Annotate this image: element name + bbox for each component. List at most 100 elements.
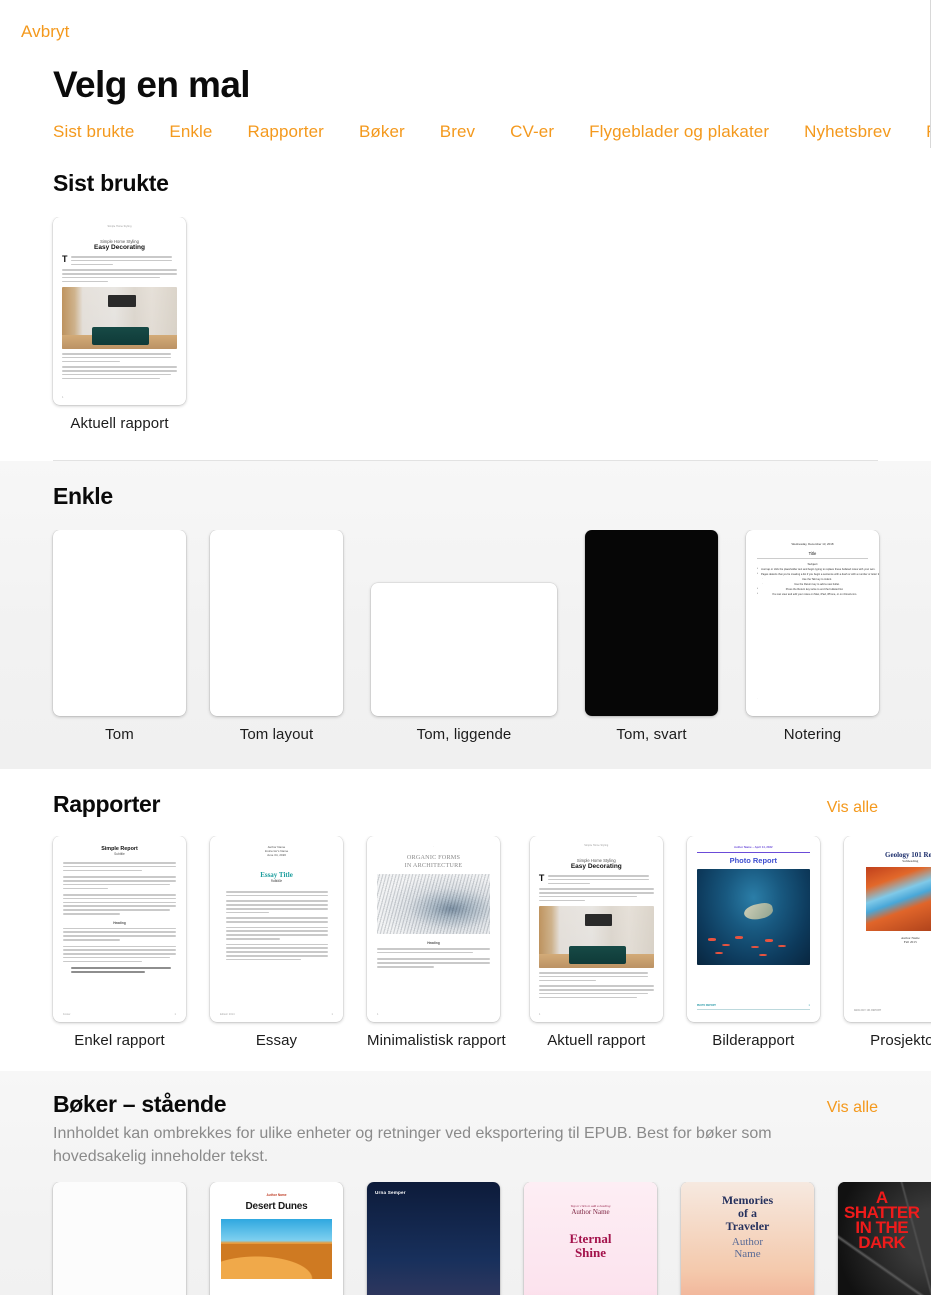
template-tile-prosjektoppgave[interactable]: Geology 101 Rep Subheading Author Name F… bbox=[843, 836, 931, 1049]
tab-flygeblader[interactable]: Flygeblader og plakater bbox=[589, 122, 769, 142]
template-tile-tom-liggende[interactable]: Tom, liggende bbox=[371, 583, 557, 743]
template-tile-notering[interactable]: Wednesday, December 13, 2018 Title Subje… bbox=[746, 530, 879, 743]
thumb-subtitle: Subtitle bbox=[114, 852, 125, 856]
thumb-title: Essay Title bbox=[260, 871, 293, 879]
section-title: Enkle bbox=[53, 483, 113, 509]
section-header-sist-brukte: Sist brukte bbox=[0, 170, 931, 197]
thumb-title-line4: DARK bbox=[858, 1233, 906, 1252]
thumbnail-bilderapport[interactable]: Author Name – April 14, 2022 Photo Repor… bbox=[686, 836, 820, 1022]
see-all-rapporter-button[interactable]: Vis alle bbox=[827, 799, 878, 817]
tab-nyhetsbrev[interactable]: Nyhetsbrev bbox=[804, 122, 891, 142]
thumbnail-shatter-in-the-dark[interactable]: A SHATTER IN THE DARK bbox=[838, 1182, 931, 1295]
template-tile-tom[interactable]: Tom bbox=[53, 530, 186, 743]
thumbnail-tom[interactable] bbox=[53, 530, 186, 716]
thumb-footer: GEOLOGY 101 REPORT bbox=[853, 1009, 882, 1012]
tile-label: Essay bbox=[255, 1032, 298, 1049]
section-header-boker: Bøker – stående Vis alle bbox=[0, 1091, 931, 1118]
thumbnail-minimalistisk-rapport[interactable]: · ORGANIC FORMS IN ARCHITECTURE Heading … bbox=[367, 836, 500, 1022]
thumb-title: Desert Dunes bbox=[245, 1201, 308, 1212]
category-tabbar[interactable]: Sist brukte Enkle Rapporter Bøker Brev C… bbox=[53, 122, 931, 148]
tile-label: Bilderapport bbox=[712, 1032, 795, 1049]
thumbnail-aktuell-rapport-2[interactable]: Simple Home Styling Simple Home Styling … bbox=[529, 836, 663, 1022]
tile-label: Prosjektopp bbox=[870, 1032, 931, 1049]
tile-label: Aktuell rapport bbox=[70, 415, 169, 432]
tab-rapporter[interactable]: Rapporter bbox=[247, 122, 324, 142]
template-tile-aktuell-rapport-2[interactable]: Simple Home Styling Simple Home Styling … bbox=[529, 836, 663, 1049]
template-tile-bilderapport[interactable]: Author Name – April 14, 2022 Photo Repor… bbox=[686, 836, 820, 1049]
template-row-boker[interactable]: Author Name Desert Dunes Urna Semper Tap… bbox=[0, 1182, 931, 1295]
thumbnail-tom-svart[interactable] bbox=[585, 530, 718, 716]
thumbnail-tom-layout[interactable] bbox=[210, 530, 343, 716]
bullet-item: Press the Return key twice to end the bu… bbox=[757, 587, 868, 591]
template-tile-desert-dunes[interactable]: Author Name Desert Dunes bbox=[210, 1182, 343, 1295]
thumb-footer: Footer bbox=[63, 1013, 71, 1016]
bullet-item: Use the Tab key to indent. bbox=[757, 577, 868, 581]
thumbnail-memories-traveler[interactable]: Memories of a Traveler Author Name bbox=[681, 1182, 814, 1295]
section-header-rapporter: Rapporter Vis alle bbox=[0, 791, 931, 818]
thumbnail-eternal-shine[interactable]: Tap or click to add a heading Author Nam… bbox=[524, 1182, 657, 1295]
template-tile-memories-traveler[interactable]: Memories of a Traveler Author Name bbox=[681, 1182, 814, 1295]
template-row-rapporter[interactable]: Simple Report Subtitle Heading Footer 1 … bbox=[0, 836, 931, 1049]
bullet-item: Pages detects that you're creating a lis… bbox=[757, 572, 879, 576]
template-tile-minimalistisk-rapport[interactable]: · ORGANIC FORMS IN ARCHITECTURE Heading … bbox=[367, 836, 506, 1049]
page-title: Velg en mal bbox=[53, 64, 251, 105]
tile-label: Enkel rapport bbox=[74, 1032, 165, 1049]
tab-brev[interactable]: Brev bbox=[440, 122, 475, 142]
tab-boker[interactable]: Bøker bbox=[359, 122, 405, 142]
thumb-title: Geology 101 Rep bbox=[885, 851, 931, 859]
thumbnail-desert-dunes[interactable]: Author Name Desert Dunes bbox=[210, 1182, 343, 1295]
thumb-image-ocean-turtle bbox=[696, 869, 810, 966]
thumb-image-architecture bbox=[377, 874, 490, 934]
see-all-boker-button[interactable]: Vis alle bbox=[827, 1099, 878, 1117]
thumb-dropcap: T bbox=[538, 873, 545, 883]
tile-label: Tom, svart bbox=[616, 726, 687, 743]
thumbnail-enkel-rapport[interactable]: Simple Report Subtitle Heading Footer 1 bbox=[53, 836, 186, 1022]
tab-cv-er[interactable]: CV-er bbox=[510, 122, 554, 142]
thumb-page-number: 1 bbox=[62, 396, 64, 399]
template-tile-tom-layout[interactable]: Tom layout bbox=[210, 530, 343, 743]
thumb-heading: Heading bbox=[113, 920, 126, 925]
section-sist-brukte: Sist brukte Simple Home Styling Simple H… bbox=[0, 148, 931, 461]
section-description: Innholdet kan ombrekkes for ulike enhete… bbox=[53, 1125, 772, 1165]
template-tile-eternal-shine[interactable]: Tap or click to add a heading Author Nam… bbox=[524, 1182, 657, 1295]
thumb-dropcap: T bbox=[62, 254, 68, 264]
thumb-image-night-city bbox=[367, 1182, 500, 1295]
thumbnail-tom-liggende[interactable] bbox=[371, 583, 557, 716]
thumb-author: Author Name bbox=[571, 1208, 610, 1216]
template-tile-urna-semper[interactable]: Urna Semper bbox=[367, 1182, 500, 1295]
thumb-title: Urna Semper bbox=[375, 1190, 406, 1195]
tab-sist-brukte[interactable]: Sist brukte bbox=[53, 122, 134, 142]
thumb-author-line2: Name bbox=[734, 1248, 761, 1260]
thumbnail-urna-semper[interactable]: Urna Semper bbox=[367, 1182, 500, 1295]
thumb-title-line1: ORGANIC FORMS bbox=[406, 854, 461, 861]
thumb-page-number: 1 bbox=[331, 1013, 333, 1016]
template-tile-enkel-rapport[interactable]: Simple Report Subtitle Heading Footer 1 … bbox=[53, 836, 186, 1049]
thumbnail-essay[interactable]: Author Name Instructor's Name June 04, 2… bbox=[210, 836, 343, 1022]
thumb-image-living-room bbox=[62, 287, 177, 350]
template-tile-blank-book[interactable] bbox=[53, 1182, 186, 1295]
thumb-title: Title bbox=[808, 551, 817, 556]
template-row-sist-brukte[interactable]: Simple Home Styling Simple Home Styling … bbox=[0, 217, 931, 432]
template-tile-shatter-in-the-dark[interactable]: A SHATTER IN THE DARK bbox=[838, 1182, 931, 1295]
template-tile-tom-svart[interactable]: Tom, svart bbox=[585, 530, 718, 743]
thumb-title-line2: Shine bbox=[574, 1245, 607, 1260]
tab-enkle[interactable]: Enkle bbox=[169, 122, 212, 142]
thumbnail-blank-book[interactable] bbox=[53, 1182, 186, 1295]
thumb-image-canyon bbox=[866, 867, 931, 931]
thumb-image-living-room bbox=[538, 906, 654, 969]
bullet-item: Just tap or click the placeholder text a… bbox=[757, 567, 875, 571]
template-tile-aktuell-rapport[interactable]: Simple Home Styling Simple Home Styling … bbox=[53, 217, 186, 432]
section-title: Sist brukte bbox=[53, 170, 169, 196]
cancel-button[interactable]: Avbryt bbox=[21, 22, 69, 42]
thumbnail-prosjektoppgave[interactable]: Geology 101 Rep Subheading Author Name F… bbox=[843, 836, 931, 1022]
thumb-subject: Subject bbox=[807, 561, 818, 566]
thumb-image-dunes bbox=[221, 1219, 332, 1279]
thumb-footer: Edited: 2014 bbox=[220, 1013, 235, 1016]
template-tile-essay[interactable]: Author Name Instructor's Name June 04, 2… bbox=[210, 836, 343, 1049]
modal-topbar: Avbryt bbox=[0, 0, 931, 56]
thumbnail-notering[interactable]: Wednesday, December 13, 2018 Title Subje… bbox=[746, 530, 879, 716]
thumbnail-aktuell-rapport[interactable]: Simple Home Styling Simple Home Styling … bbox=[53, 217, 186, 405]
template-row-enkle[interactable]: Tom Tom layout Tom, liggende Tom, svart … bbox=[0, 530, 931, 743]
tile-label: Aktuell rapport bbox=[547, 1032, 646, 1049]
thumb-header-text: Simple Home Styling bbox=[107, 225, 132, 228]
